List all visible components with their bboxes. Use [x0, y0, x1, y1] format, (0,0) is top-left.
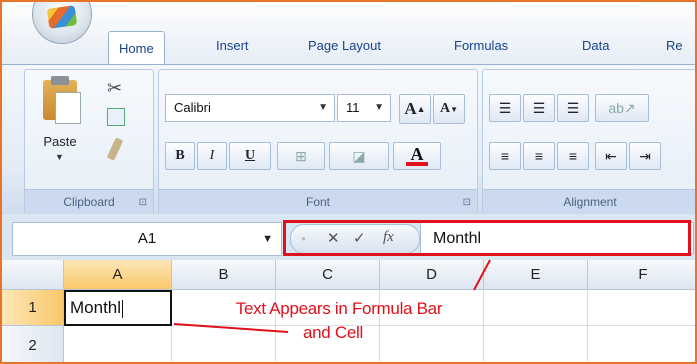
- annotation-line-1: Text Appears in Formula Bar: [235, 299, 443, 318]
- arrow-to-formula-bar: [473, 259, 491, 291]
- excel-window: Home Insert Page Layout Formulas Data Re…: [0, 0, 697, 364]
- annotation-line-2: and Cell: [303, 323, 363, 342]
- arrow-to-cell: [173, 323, 289, 333]
